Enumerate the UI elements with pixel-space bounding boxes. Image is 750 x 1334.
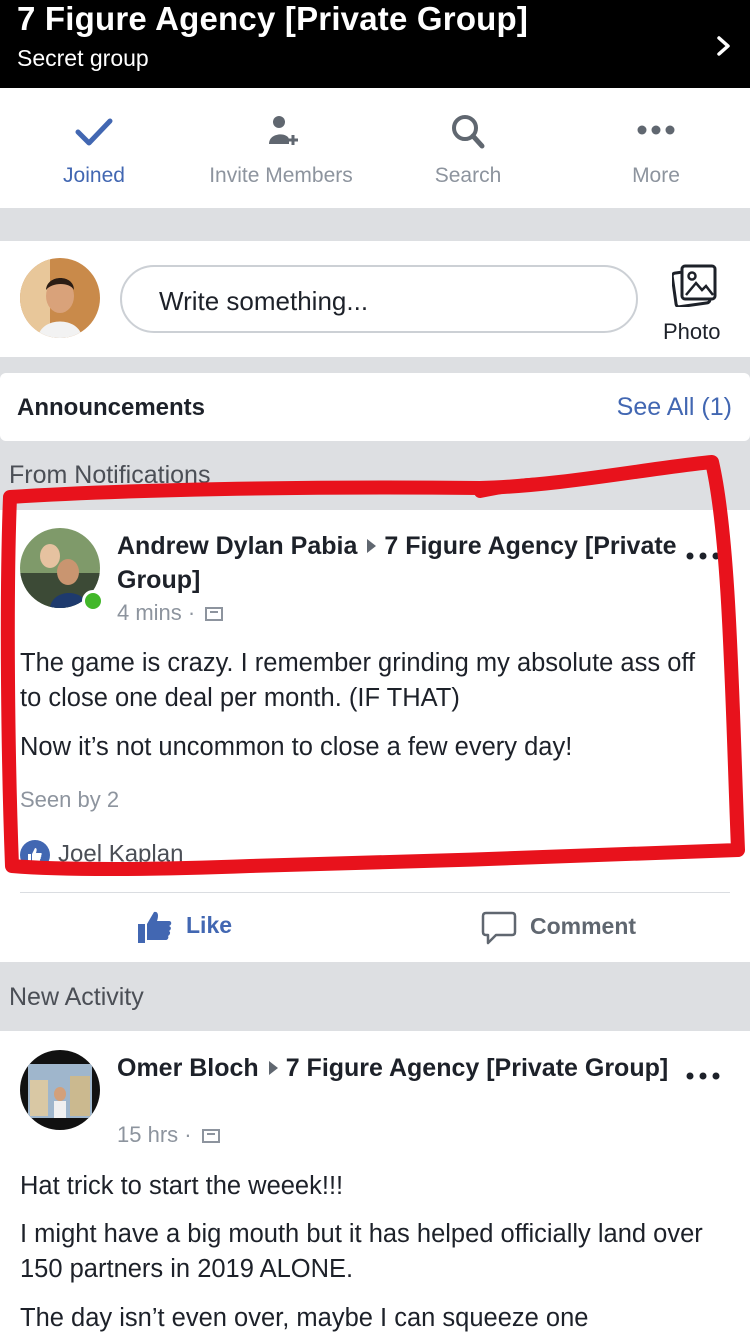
post-paragraph: Hat trick to start the weeek!!! <box>20 1172 344 1200</box>
group-title: 7 Figure Agency [Private Group] <box>17 0 529 37</box>
user-avatar[interactable] <box>20 258 100 338</box>
more-button[interactable]: More <box>562 88 750 208</box>
arrow-right-icon <box>367 539 377 554</box>
post-paragraph: The game is crazy. I remember grinding m… <box>20 649 696 712</box>
comment-label: Comment <box>530 913 637 940</box>
post-composer: Write something... Photo <box>0 241 750 357</box>
post-header: Andrew Dylan Pabia 7 Figure Agency [Priva… <box>117 529 677 597</box>
post-header: Omer Bloch 7 Figure Agency [Private Group… <box>117 1051 677 1085</box>
group-audience-icon <box>201 1129 220 1144</box>
post-card: Omer Bloch 7 Figure Agency [Private Group… <box>0 1031 750 1334</box>
post-meta: 15 hrs · <box>117 1122 220 1148</box>
invite-members-label: Invite Members <box>209 164 353 187</box>
write-placeholder: Write something... <box>159 286 369 316</box>
post-paragraph: The day isn’t even over, maybe I can squ… <box>20 1304 589 1332</box>
more-label: More <box>632 164 680 187</box>
group-audience-icon <box>205 607 224 622</box>
photo-label[interactable]: Photo <box>663 319 721 345</box>
invite-members-button[interactable]: Invite Members <box>187 88 375 208</box>
checkmark-icon <box>75 118 113 146</box>
comment-button[interactable]: Comment <box>480 910 636 946</box>
chevron-right-icon[interactable] <box>714 36 734 56</box>
reactor-name: Joel Kaplan <box>58 840 184 868</box>
more-dots-icon <box>637 125 675 135</box>
write-something-input[interactable]: Write something... <box>120 265 638 333</box>
reaction-divider <box>20 892 730 893</box>
group-name[interactable]: 7 Figure Agency [Private Group] <box>286 1054 668 1082</box>
group-action-bar: Joined Invite Members Search More <box>0 88 750 208</box>
group-header[interactable]: 7 Figure Agency [Private Group] Secret g… <box>0 0 750 88</box>
post-time[interactable]: 4 mins · <box>117 600 195 625</box>
search-icon <box>452 115 485 149</box>
post-card: Andrew Dylan Pabia 7 Figure Agency [Priva… <box>0 510 750 962</box>
see-all-link[interactable]: See All (1) <box>617 393 732 422</box>
like-label: Like <box>186 912 233 939</box>
post-paragraph: I might have a big mouth but it has help… <box>20 1220 703 1283</box>
arrow-right-icon <box>268 1061 278 1076</box>
online-status-indicator <box>82 590 104 612</box>
post-options-icon[interactable] <box>686 551 720 561</box>
group-page: 7 Figure Agency [Private Group] Secret g… <box>0 0 750 1334</box>
post-paragraph: Now it’s not uncommon to close a few eve… <box>20 733 573 761</box>
joined-button[interactable]: Joined <box>0 88 188 208</box>
group-privacy-label: Secret group <box>17 45 149 71</box>
seen-by-count[interactable]: Seen by 2 <box>20 787 119 813</box>
search-button[interactable]: Search <box>374 88 562 208</box>
add-person-icon <box>269 116 298 145</box>
from-notifications-label: From Notifications <box>9 461 211 489</box>
photo-icon[interactable] <box>672 263 718 307</box>
thumbs-up-icon <box>138 911 172 943</box>
author-avatar[interactable] <box>20 1050 100 1130</box>
joined-label: Joined <box>63 164 125 187</box>
author-name[interactable]: Andrew Dylan Pabia <box>117 532 357 560</box>
post-time[interactable]: 15 hrs · <box>117 1122 192 1147</box>
announcements-title: Announcements <box>17 394 206 421</box>
comment-icon <box>481 911 517 945</box>
post-options-icon[interactable] <box>686 1071 720 1081</box>
author-name[interactable]: Omer Bloch <box>117 1054 259 1082</box>
reactions-summary[interactable]: Joel Kaplan <box>20 840 183 870</box>
post-meta: 4 mins · <box>117 600 224 626</box>
like-button[interactable]: Like <box>136 910 232 944</box>
like-reaction-icon <box>20 840 50 870</box>
search-label: Search <box>434 164 502 187</box>
announcements-row[interactable]: Announcements See All (1) <box>0 373 750 441</box>
new-activity-label: New Activity <box>9 983 144 1011</box>
